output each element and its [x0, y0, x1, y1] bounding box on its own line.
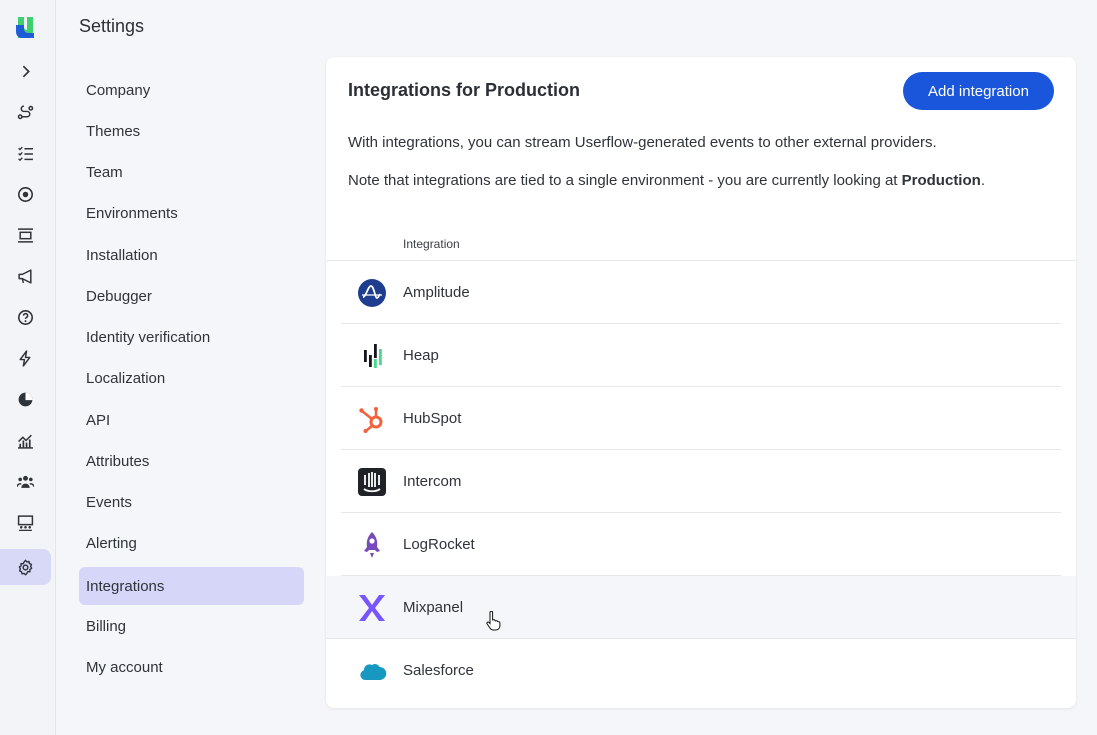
checklists-icon[interactable] — [0, 135, 51, 171]
integration-name: Heap — [403, 346, 439, 364]
integration-name: Mixpanel — [403, 598, 464, 616]
integration-row-logrocket[interactable]: LogRocket — [341, 513, 1061, 576]
nav-item-environments[interactable]: Environments — [79, 194, 304, 232]
integration-row-amplitude[interactable]: Amplitude — [341, 261, 1061, 324]
environment-note-prefix: Note that integrations are tied to a sin… — [348, 172, 902, 189]
companies-icon[interactable] — [0, 504, 51, 540]
integration-row-hubspot[interactable]: HubSpot — [341, 387, 1061, 450]
nav-item-billing[interactable]: Billing — [79, 607, 304, 645]
nav-item-themes[interactable]: Themes — [79, 112, 304, 150]
nav-item-company[interactable]: Company — [79, 71, 304, 109]
icon-rail — [0, 0, 56, 735]
integration-name: HubSpot — [403, 409, 462, 427]
environment-note: Note that integrations are tied to a sin… — [348, 172, 985, 189]
salesforce-logo — [357, 656, 387, 686]
integration-row-heap[interactable]: Heap — [341, 324, 1061, 387]
hubspot-logo — [357, 404, 387, 434]
mixpanel-logo — [357, 593, 387, 623]
nav-item-team[interactable]: Team — [79, 153, 304, 191]
logrocket-logo — [357, 530, 387, 560]
integrations-card: Integrations for Production Add integrat… — [326, 57, 1076, 708]
banners-icon[interactable] — [0, 217, 51, 253]
integration-row-salesforce[interactable]: Salesforce — [341, 639, 1061, 702]
nav-item-integrations[interactable]: Integrations — [79, 567, 304, 605]
environment-name: Production — [901, 172, 981, 189]
flows-icon[interactable] — [0, 94, 51, 130]
analytics-icon[interactable] — [0, 422, 51, 458]
nav-item-installation[interactable]: Installation — [79, 236, 304, 274]
users-icon[interactable] — [0, 463, 51, 499]
resource-center-icon[interactable] — [0, 299, 51, 335]
integrations-description: With integrations, you can stream Userfl… — [348, 134, 937, 151]
nav-item-events[interactable]: Events — [79, 483, 304, 521]
launchers-icon[interactable] — [0, 176, 51, 212]
integration-row-mixpanel[interactable]: Mixpanel — [326, 576, 1076, 639]
announcements-icon[interactable] — [0, 258, 51, 294]
integration-name: LogRocket — [403, 535, 475, 553]
nav-item-identity-verification[interactable]: Identity verification — [79, 318, 304, 356]
nav-item-debugger[interactable]: Debugger — [79, 277, 304, 315]
reports-icon[interactable] — [0, 381, 51, 417]
environment-note-suffix: . — [980, 172, 985, 189]
integration-column-header: Integration — [403, 237, 460, 251]
heap-logo — [357, 341, 387, 371]
page-title: Settings — [79, 16, 145, 36]
intercom-logo — [357, 467, 387, 497]
actions-icon[interactable] — [0, 340, 51, 376]
userflow-logo[interactable] — [14, 15, 38, 39]
card-title: Integrations for Production — [348, 80, 580, 100]
integration-name: Salesforce — [403, 661, 474, 679]
amplitude-logo — [357, 278, 387, 308]
nav-item-my-account[interactable]: My account — [79, 648, 304, 686]
integration-name: Intercom — [403, 472, 462, 490]
integration-row-intercom[interactable]: Intercom — [341, 450, 1061, 513]
pointer-cursor-icon — [485, 610, 501, 631]
chevron-right-icon[interactable] — [0, 53, 51, 89]
nav-item-attributes[interactable]: Attributes — [79, 442, 304, 480]
nav-item-api[interactable]: API — [79, 401, 304, 439]
add-integration-button[interactable]: Add integration — [903, 72, 1054, 110]
settings-icon[interactable] — [0, 549, 51, 585]
nav-item-localization[interactable]: Localization — [79, 359, 304, 397]
nav-item-alerting[interactable]: Alerting — [79, 524, 304, 562]
integration-name: Amplitude — [403, 283, 470, 301]
